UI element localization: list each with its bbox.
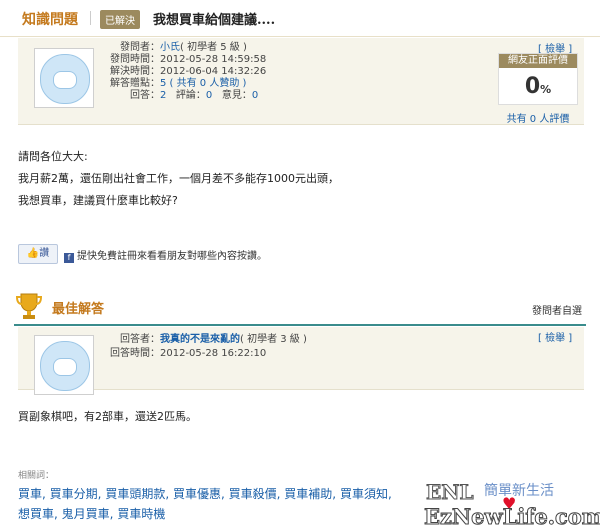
- tag-link[interactable]: 鬼月買車: [62, 507, 110, 521]
- watermark-logo: ENL: [426, 480, 475, 505]
- asker-label: 發問者：: [120, 42, 160, 53]
- avatar-image: [40, 341, 90, 391]
- ask-time: 2012-05-28 14:59:58: [160, 54, 267, 65]
- report-answer-link[interactable]: [ 檢舉 ]: [538, 329, 572, 344]
- answerer-label: 回答者：: [120, 334, 160, 345]
- rating-value: 0: [524, 74, 541, 99]
- points-label: 解答贈點：: [110, 78, 160, 89]
- watermark: ENL 簡單新生活 ♥ EzNewLife.com: [423, 480, 600, 532]
- opinions-label: 意見：: [221, 90, 252, 101]
- tag-link[interactable]: 買車補助: [284, 487, 332, 501]
- status-badge: 已解決: [100, 10, 140, 29]
- answerer-level: ( 初學者 3 級 ): [240, 334, 307, 345]
- header-divider: [90, 11, 91, 25]
- tag-link[interactable]: 買車頭期款: [105, 487, 165, 501]
- category-title[interactable]: 知識問題: [22, 9, 78, 29]
- tag-link[interactable]: 買車時機: [117, 507, 165, 521]
- tag-link[interactable]: 買車優惠: [173, 487, 221, 501]
- opinions-count[interactable]: 0: [252, 90, 258, 101]
- chosen-by: 發問者自選: [532, 306, 582, 317]
- watermark-slogan: 簡單新生活: [484, 483, 554, 499]
- question-title: 我想買車給個建議....: [153, 13, 276, 28]
- best-answer-title: 最佳解答: [52, 302, 105, 317]
- answer-time: 2012-05-28 16:22:10: [160, 348, 267, 359]
- rating-count[interactable]: 共有 0 人評價: [498, 110, 578, 125]
- asker-name-link[interactable]: 小氏: [160, 42, 180, 53]
- answer-time-label: 回答時間：: [110, 348, 160, 359]
- solve-time: 2012-06-04 14:32:26: [160, 66, 267, 77]
- question-line: 請問各位大大:: [18, 150, 88, 163]
- tag-link[interactable]: 買車殺價: [229, 487, 277, 501]
- related-terms-label: 相關詞：: [18, 471, 55, 481]
- facebook-icon: f: [64, 253, 74, 263]
- answer-meta: 回答者：我真的不是來亂的( 初學者 3 級 ) 回答時間：2012-05-28 …: [104, 333, 307, 361]
- answer-body: 買副象棋吧，有2部車，還送2匹馬。: [18, 410, 197, 423]
- rating-unit: %: [540, 83, 552, 96]
- solve-time-label: 解決時間：: [110, 66, 160, 77]
- comments-label: 評論：: [175, 90, 206, 101]
- watermark-site: EzNewLife.com: [423, 504, 600, 530]
- comments-count[interactable]: 0: [206, 90, 212, 101]
- answerer-avatar[interactable]: [34, 335, 94, 395]
- asker-level: ( 初學者 5 級 ): [180, 42, 247, 53]
- points-value: 5 ( 共有 0 人贊助 ): [160, 78, 247, 89]
- facebook-prompt: f 提快免費註冊來看看朋友對哪些內容按讚。: [64, 247, 267, 263]
- avatar-image: [40, 54, 90, 104]
- tag-link[interactable]: 買車須知: [340, 487, 388, 501]
- like-label: 讚: [39, 248, 50, 259]
- like-button[interactable]: 👍讚: [18, 244, 58, 264]
- question-body: 請問各位大大: 我月薪2萬，還伍剛出社會工作，一個月差不多能存1000元出頭， …: [18, 146, 339, 212]
- question-header: 知識問題 已解決 我想買車給個建議....: [0, 0, 600, 37]
- question-meta: 發問者：小氏( 初學者 5 級 ) 發問時間：2012-05-28 14:59:…: [104, 42, 266, 102]
- ask-time-label: 發問時間：: [110, 54, 160, 65]
- rating-header: 網友正面評價: [499, 54, 577, 68]
- tag-link[interactable]: 想買車: [18, 507, 54, 521]
- rating-box: 網友正面評價 0%: [498, 53, 578, 105]
- tag-link[interactable]: 買車: [18, 487, 42, 501]
- best-answer-header: 最佳解答 發問者自選: [14, 290, 586, 326]
- answerer-name-link[interactable]: 我真的不是來亂的: [160, 334, 240, 345]
- answers-count[interactable]: 2: [160, 90, 166, 101]
- tag-link[interactable]: 買車分期: [50, 487, 98, 501]
- answer-info-panel: 回答者：我真的不是來亂的( 初學者 3 級 ) 回答時間：2012-05-28 …: [18, 327, 584, 395]
- asker-avatar[interactable]: [34, 48, 94, 108]
- thumbs-up-icon: 👍: [26, 248, 40, 259]
- facebook-text[interactable]: 提快免費註冊來看看朋友對哪些內容按讚。: [77, 251, 267, 262]
- answers-label: 回答：: [130, 90, 160, 101]
- question-line: 我月薪2萬，還伍剛出社會工作，一個月差不多能存1000元出頭，: [18, 172, 339, 185]
- rating-percent: 0%: [499, 74, 577, 99]
- question-line: 我想買車，建議買什麼車比較好?: [18, 194, 178, 207]
- trophy-icon: [16, 293, 42, 319]
